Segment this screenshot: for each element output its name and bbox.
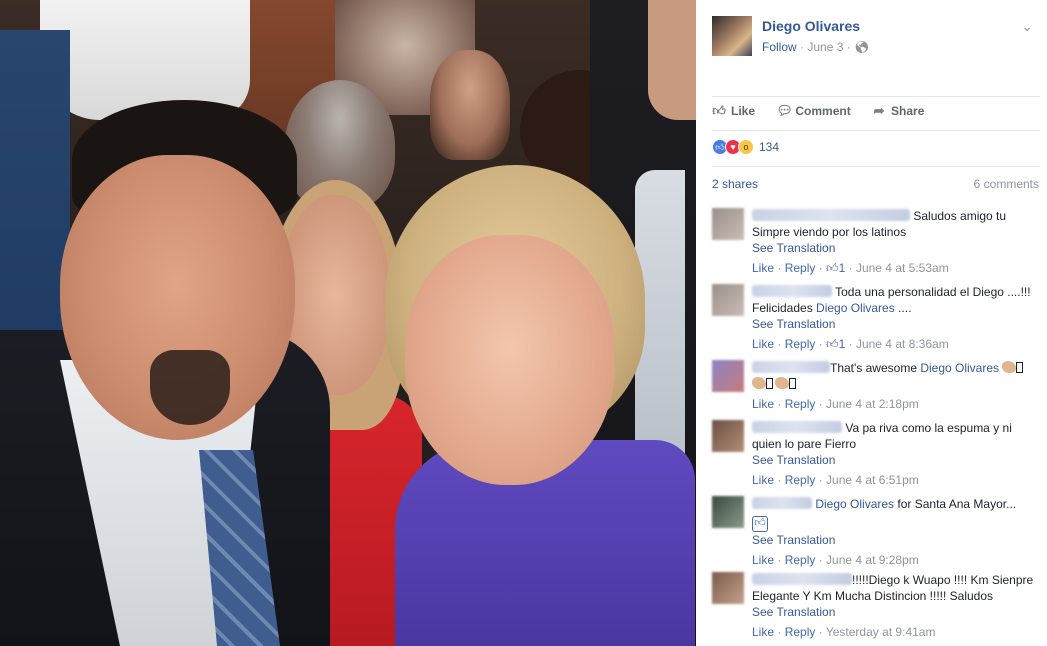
post-date[interactable]: June 3 [807, 40, 843, 54]
post-header: Diego Olivares Follow · June 3 · 🌎︎ ⌄ [712, 16, 1037, 56]
comment-label: Comment [795, 104, 851, 118]
follow-link[interactable]: Follow [762, 40, 797, 54]
author-avatar[interactable] [712, 16, 752, 56]
clapping-hands-icon [775, 377, 789, 389]
comment-text-block: Va pa riva como la espuma y ni quien lo … [752, 420, 1042, 452]
comment-time[interactable]: June 4 at 9:28pm [826, 553, 919, 567]
comment-like-link[interactable]: Like [752, 397, 774, 411]
comment-button[interactable]: 💬︎ Comment [776, 103, 850, 119]
thumbs-up-icon: 👍︎ [826, 261, 839, 275]
thumbs-up-icon: 👍︎ [826, 337, 839, 351]
mention-link[interactable]: Diego Olivares [815, 497, 894, 511]
comment-text-block: Diego Olivares for Santa Ana Mayor... [752, 496, 1042, 512]
post-meta: Follow · June 3 · 🌎︎ [762, 40, 869, 54]
comment-meta: Like · Reply · 👍︎1 · June 4 at 8:36am [752, 337, 949, 351]
share-button[interactable]: ➦ Share [872, 103, 925, 119]
missing-glyph-icon [766, 378, 773, 389]
commenter-avatar[interactable] [712, 420, 744, 452]
missing-glyph-icon [789, 378, 796, 389]
comment-like-link[interactable]: Like [752, 337, 774, 351]
comment-meta: Like · Reply · June 4 at 6:51pm [752, 473, 919, 487]
chevron-down-icon[interactable]: ⌄ [1021, 18, 1033, 35]
comment-meta: Like · Reply · June 4 at 9:28pm [752, 553, 919, 567]
comment-meta: Like · Reply · Yesterday at 9:41am [752, 625, 936, 639]
like-label: Like [731, 104, 756, 118]
see-translation-link[interactable]: See Translation [752, 316, 1042, 332]
mention-link[interactable]: Diego Olivares [816, 301, 895, 315]
comment-like-link[interactable]: Like [752, 553, 774, 567]
see-translation-link[interactable]: See Translation [752, 532, 1042, 548]
commenter-avatar[interactable] [712, 208, 744, 240]
share-arrow-icon: ➦ [873, 103, 885, 118]
comment-text: .... [894, 301, 912, 315]
see-translation-link[interactable]: See Translation [752, 240, 1042, 256]
commenter-avatar[interactable] [712, 360, 744, 392]
clapping-hands-icon [752, 377, 766, 389]
commenter-avatar[interactable] [712, 496, 744, 528]
commenter-name-blurred[interactable] [752, 421, 842, 433]
photo-man-goatee [150, 350, 230, 425]
thumbs-up-icon: 👍︎ [712, 103, 726, 118]
commenter-name-blurred[interactable] [752, 361, 830, 373]
commenter-avatar[interactable] [712, 284, 744, 316]
share-label: Share [891, 104, 925, 118]
comment-meta: Like · Reply · June 4 at 2:18pm [752, 397, 919, 411]
mention-link[interactable]: Diego Olivares [920, 361, 999, 375]
comment-like-link[interactable]: Like [752, 261, 774, 275]
comments-count-link[interactable]: 6 comments [974, 177, 1039, 191]
like-button[interactable]: 👍︎ Like [712, 103, 755, 119]
author-name[interactable]: Diego Olivares [762, 18, 860, 34]
comment-time[interactable]: June 4 at 6:51pm [826, 473, 919, 487]
comment-time[interactable]: June 4 at 8:36am [856, 337, 949, 351]
post-actions: 👍︎ Like 💬︎ Comment ➦ Share [712, 103, 1037, 121]
comment-like-link[interactable]: Like [752, 625, 774, 639]
comment-like-count[interactable]: 1 [839, 261, 846, 275]
comment-time[interactable]: June 4 at 2:18pm [826, 397, 919, 411]
comment-reply-link[interactable]: Reply [785, 625, 816, 639]
post-photo[interactable] [0, 0, 696, 646]
commenter-name-blurred[interactable] [752, 209, 910, 221]
comment-text-block: Saludos amigo tu Simpre viendo por los l… [752, 208, 1042, 240]
divider [712, 166, 1040, 167]
commenter-name-blurred[interactable] [752, 285, 832, 297]
comment-time[interactable]: June 4 at 5:53am [856, 261, 949, 275]
see-translation-link[interactable]: See Translation [752, 604, 1042, 620]
reactions-count[interactable]: 134 [759, 140, 779, 154]
comment-text-block: That's awesome Diego Olivares [752, 360, 1042, 392]
comment-sticker: 👍︎ [752, 512, 1042, 532]
comment-text: for Santa Ana Mayor... [894, 497, 1017, 511]
separator: · [846, 40, 855, 54]
comment-text-block: !!!!!Diego k Wuapo !!!! Km Sienpre Elega… [752, 572, 1042, 604]
comment-reply-link[interactable]: Reply [785, 473, 816, 487]
photo-smiling-face [405, 235, 615, 485]
reactions-summary[interactable]: 👍︎ ♥ o 134 [712, 139, 779, 155]
wow-reaction-icon: o [738, 139, 754, 155]
comment-reply-link[interactable]: Reply [785, 261, 816, 275]
thumbs-up-icon: 👍︎ [752, 516, 768, 532]
speech-bubble-icon: 💬︎ [776, 103, 793, 118]
clapping-hands-icon [1002, 361, 1017, 373]
comment-like-link[interactable]: Like [752, 473, 774, 487]
photo-background-person [430, 50, 510, 160]
globe-icon: 🌎︎ [854, 40, 870, 54]
comment-text: That's awesome [830, 361, 921, 375]
divider [712, 96, 1040, 97]
comment-like-count[interactable]: 1 [839, 337, 846, 351]
post-sidebar: Diego Olivares Follow · June 3 · 🌎︎ ⌄ 👍︎… [696, 0, 1047, 646]
comment-text-block: Toda una personalidad el Diego ....!!! F… [752, 284, 1042, 316]
commenter-avatar[interactable] [712, 572, 744, 604]
photo-background-person [648, 0, 696, 120]
comment-meta: Like · Reply · 👍︎1 · June 4 at 5:53am [752, 261, 949, 275]
see-translation-link[interactable]: See Translation [752, 452, 1042, 468]
shares-link[interactable]: 2 shares [712, 177, 758, 191]
comment-reply-link[interactable]: Reply [785, 337, 816, 351]
commenter-name-blurred[interactable] [752, 497, 812, 509]
commenter-name-blurred[interactable] [752, 573, 852, 585]
comment-reply-link[interactable]: Reply [785, 397, 816, 411]
comment-reply-link[interactable]: Reply [785, 553, 816, 567]
comment-time[interactable]: Yesterday at 9:41am [826, 625, 936, 639]
missing-glyph-icon [1016, 362, 1024, 373]
divider [712, 130, 1040, 131]
